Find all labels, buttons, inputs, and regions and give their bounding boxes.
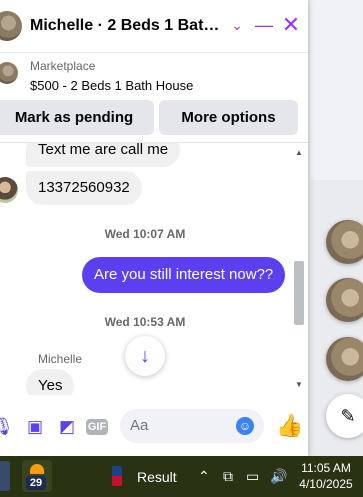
listing-thumbnail: [0, 62, 18, 84]
scrollbar-thumb[interactable]: [294, 261, 304, 325]
scroll-to-bottom-button[interactable]: ↓: [125, 336, 165, 376]
sender-name: Michelle: [38, 352, 83, 366]
message-list: Text me are call me 13372560932 Wed 10:0…: [0, 143, 290, 395]
new-message-button[interactable]: ✎: [326, 394, 363, 438]
message-incoming: 13372560932: [26, 171, 142, 205]
scrollbar[interactable]: ▲ ▼: [292, 147, 306, 393]
listing-info[interactable]: Marketplace $500 - 2 Beds 1 Bath House: [0, 56, 308, 96]
date: 4/10/2025: [299, 477, 353, 491]
chevron-down-icon[interactable]: ⌄: [226, 14, 248, 36]
timestamp: Wed 10:07 AM: [104, 227, 186, 241]
avatar[interactable]: [0, 177, 18, 203]
marketplace-label: Marketplace: [30, 59, 96, 73]
weather-temperature: 29: [26, 476, 46, 490]
background-strip: [310, 0, 363, 180]
weather-widget[interactable]: 29: [22, 460, 52, 492]
gif-icon[interactable]: GIF: [86, 419, 108, 435]
listing-avatar[interactable]: [0, 11, 22, 41]
scroll-up-arrow-icon[interactable]: ▲: [292, 147, 306, 159]
time: 11:05 AM: [301, 461, 351, 475]
nba-logo-icon[interactable]: [112, 466, 122, 486]
chat-header: Michelle · 2 Beds 1 Bath House ⌄ — ✕: [0, 0, 308, 53]
emoji-icon[interactable]: ☺: [236, 417, 254, 435]
composer: 🎙 ▣ ◩ GIF ☺ 👍: [0, 398, 308, 456]
listing-price-title: $500 - 2 Beds 1 Bath House: [30, 78, 194, 93]
chat-head[interactable]: [326, 278, 363, 322]
chat-head[interactable]: [326, 220, 363, 264]
taskbar: 29 Result ⌃ ⧉ ▭ 🔊 11:05 AM 4/10/2025: [0, 456, 363, 497]
close-icon[interactable]: ✕: [280, 14, 302, 36]
more-options-button[interactable]: More options: [159, 100, 298, 135]
clock[interactable]: 11:05 AM 4/10/2025: [296, 460, 356, 492]
minimize-icon[interactable]: —: [253, 14, 275, 36]
like-icon[interactable]: 👍: [276, 413, 303, 439]
sun-icon: [30, 464, 44, 474]
timestamp: Wed 10:53 AM: [104, 315, 186, 329]
news-result[interactable]: Result: [137, 469, 177, 485]
sticker-icon[interactable]: ◩: [56, 416, 78, 438]
taskbar-app[interactable]: [0, 461, 10, 491]
volume-icon[interactable]: 🔊: [270, 468, 287, 485]
scroll-down-arrow-icon[interactable]: ▼: [292, 379, 306, 391]
app-tray-icon[interactable]: ⧉: [223, 468, 233, 485]
chat-head[interactable]: [326, 337, 363, 381]
chat-title[interactable]: Michelle · 2 Beds 1 Bath House: [30, 16, 225, 36]
network-icon[interactable]: ▭: [246, 468, 259, 485]
chevron-up-icon[interactable]: ⌃: [198, 468, 210, 485]
message-incoming: Text me are call me: [26, 143, 181, 167]
image-icon[interactable]: ▣: [24, 416, 46, 438]
message-outgoing: Are you still interest now??: [82, 257, 286, 293]
message-incoming: Yes: [26, 369, 75, 395]
microphone-icon[interactable]: 🎙: [0, 416, 14, 438]
chat-window: Michelle · 2 Beds 1 Bath House ⌄ — ✕ Mar…: [0, 0, 308, 456]
mark-as-pending-button[interactable]: Mark as pending: [0, 100, 154, 135]
